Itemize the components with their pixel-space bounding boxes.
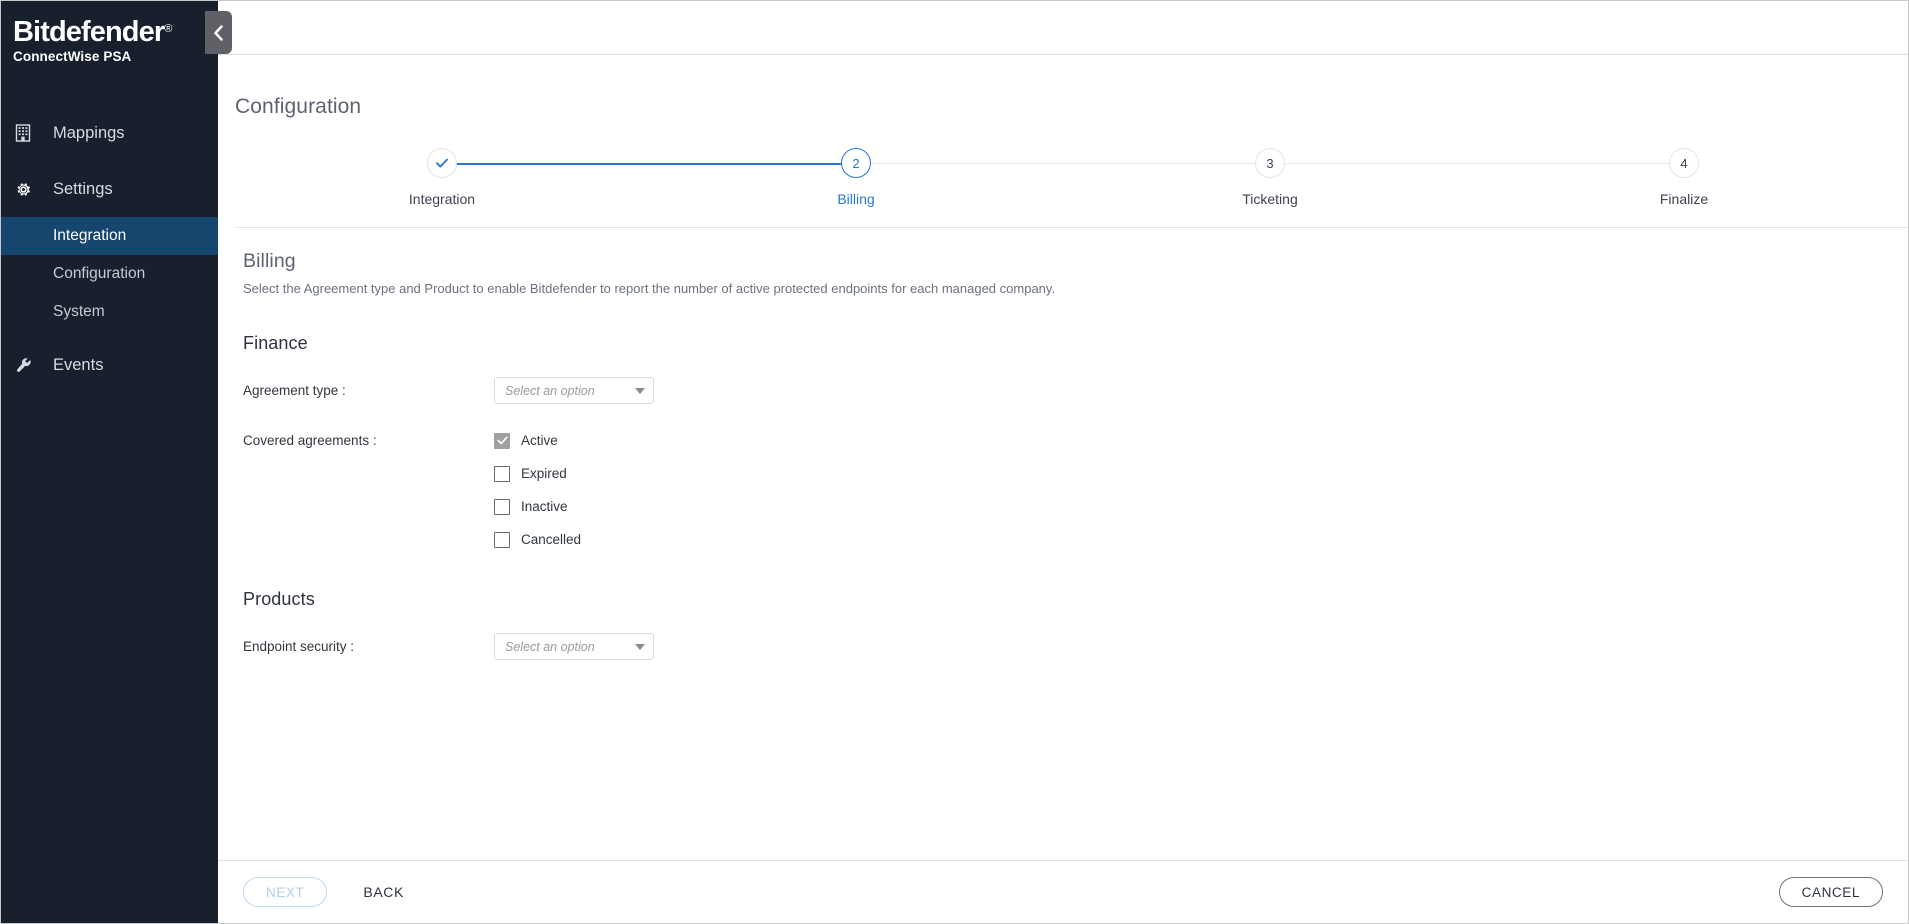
brand-logo: Bitdefender® — [13, 17, 218, 47]
checkbox-label-inactive: Inactive — [521, 499, 568, 514]
products-group-title: Products — [243, 589, 1908, 610]
sidebar: Bitdefender® ConnectWise PSA — [1, 1, 218, 923]
checkbox-active[interactable]: Active — [494, 431, 581, 450]
wrench-icon — [15, 357, 39, 374]
sidebar-item-configuration[interactable]: Configuration — [1, 255, 218, 293]
checkbox-label-cancelled: Cancelled — [521, 532, 581, 547]
building-icon — [15, 124, 39, 142]
next-button[interactable]: NEXT — [243, 877, 327, 907]
back-button[interactable]: BACK — [357, 884, 410, 900]
stepper-step-integration[interactable]: Integration — [235, 141, 649, 221]
sidebar-item-events[interactable]: Events — [1, 343, 218, 387]
stepper-step-ticketing[interactable]: 3 Ticketing — [1063, 141, 1477, 221]
endpoint-security-select[interactable]: Select an option — [494, 633, 654, 660]
sidebar-item-label-events: Events — [53, 356, 103, 375]
stepper-steps: Integration 2 Billing 3 Ticketing — [235, 141, 1891, 221]
stepper-circle-1 — [427, 148, 457, 178]
content-area: Configuration Integration — [218, 55, 1908, 860]
covered-agreements-row: Covered agreements : Active — [243, 427, 1908, 549]
registered-mark-icon: ® — [164, 23, 172, 35]
checkbox-box-cancelled — [494, 532, 510, 548]
page-title: Configuration — [218, 55, 1908, 119]
checkbox-label-active: Active — [521, 433, 558, 448]
main-area: Configuration Integration — [218, 1, 1908, 923]
finance-group-title: Finance — [243, 333, 1908, 354]
gear-icon — [15, 181, 39, 198]
stepper-label-1: Integration — [409, 191, 475, 207]
billing-description: Select the Agreement type and Product to… — [243, 281, 1908, 296]
agreement-type-label: Agreement type : — [243, 377, 494, 398]
sidebar-item-label-configuration: Configuration — [53, 265, 145, 283]
checkbox-expired[interactable]: Expired — [494, 464, 581, 483]
brand-subtitle: ConnectWise PSA — [13, 49, 218, 64]
endpoint-security-row: Endpoint security : Select an option — [243, 633, 1908, 660]
checkbox-label-expired: Expired — [521, 466, 567, 481]
stepper-circle-3: 3 — [1255, 148, 1285, 178]
check-icon — [496, 434, 509, 447]
stepper-circle-2: 2 — [841, 148, 871, 178]
endpoint-security-select-value: Select an option — [505, 640, 635, 654]
stepper-step-billing[interactable]: 2 Billing — [649, 141, 1063, 221]
stepper-label-3: Ticketing — [1242, 191, 1298, 207]
sidebar-item-mappings[interactable]: Mappings — [1, 111, 218, 155]
stepper-label-2: Billing — [837, 191, 874, 207]
sidebar-item-label-mappings: Mappings — [53, 124, 125, 143]
agreement-type-row: Agreement type : Select an option — [243, 377, 1908, 404]
cancel-button[interactable]: CANCEL — [1779, 877, 1883, 907]
chevron-down-icon — [635, 644, 645, 650]
endpoint-security-label: Endpoint security : — [243, 633, 494, 654]
sidebar-collapse-button[interactable] — [205, 11, 232, 54]
wizard-stepper: Integration 2 Billing 3 Ticketing — [218, 141, 1908, 221]
sidebar-item-system[interactable]: System — [1, 293, 218, 331]
billing-title: Billing — [243, 250, 1908, 273]
checkbox-inactive[interactable]: Inactive — [494, 497, 581, 516]
chevron-left-icon — [213, 25, 224, 41]
sidebar-item-label-system: System — [53, 303, 105, 321]
checkbox-cancelled[interactable]: Cancelled — [494, 530, 581, 549]
covered-agreements-label: Covered agreements : — [243, 427, 494, 448]
sidebar-item-settings[interactable]: Settings — [1, 167, 218, 211]
stepper-label-4: Finalize — [1660, 191, 1708, 207]
stepper-circle-4: 4 — [1669, 148, 1699, 178]
agreement-type-select-value: Select an option — [505, 384, 635, 398]
top-bar — [218, 1, 1908, 55]
brand-logo-text: Bitdefender — [13, 16, 164, 48]
brand-block: Bitdefender® ConnectWise PSA — [1, 1, 218, 64]
sidebar-nav: Mappings Settings Integration Configurat… — [1, 111, 218, 387]
billing-section: Billing Select the Agreement type and Pr… — [218, 228, 1908, 660]
covered-agreements-checkbox-group: Active Expired Inactive Cancelle — [494, 427, 581, 549]
sidebar-item-label-settings: Settings — [53, 180, 113, 199]
agreement-type-select[interactable]: Select an option — [494, 377, 654, 404]
chevron-down-icon — [635, 388, 645, 394]
checkbox-box-active — [494, 433, 510, 449]
app-window: Bitdefender® ConnectWise PSA — [0, 0, 1909, 924]
check-icon — [434, 155, 450, 171]
nav-spacer — [1, 331, 218, 343]
checkbox-box-inactive — [494, 499, 510, 515]
sidebar-item-integration[interactable]: Integration — [1, 217, 218, 255]
stepper-step-finalize[interactable]: 4 Finalize — [1477, 141, 1891, 221]
nav-spacer — [1, 155, 218, 167]
wizard-footer: NEXT BACK CANCEL — [218, 860, 1908, 923]
sidebar-item-label-integration: Integration — [53, 227, 126, 245]
checkbox-box-expired — [494, 466, 510, 482]
